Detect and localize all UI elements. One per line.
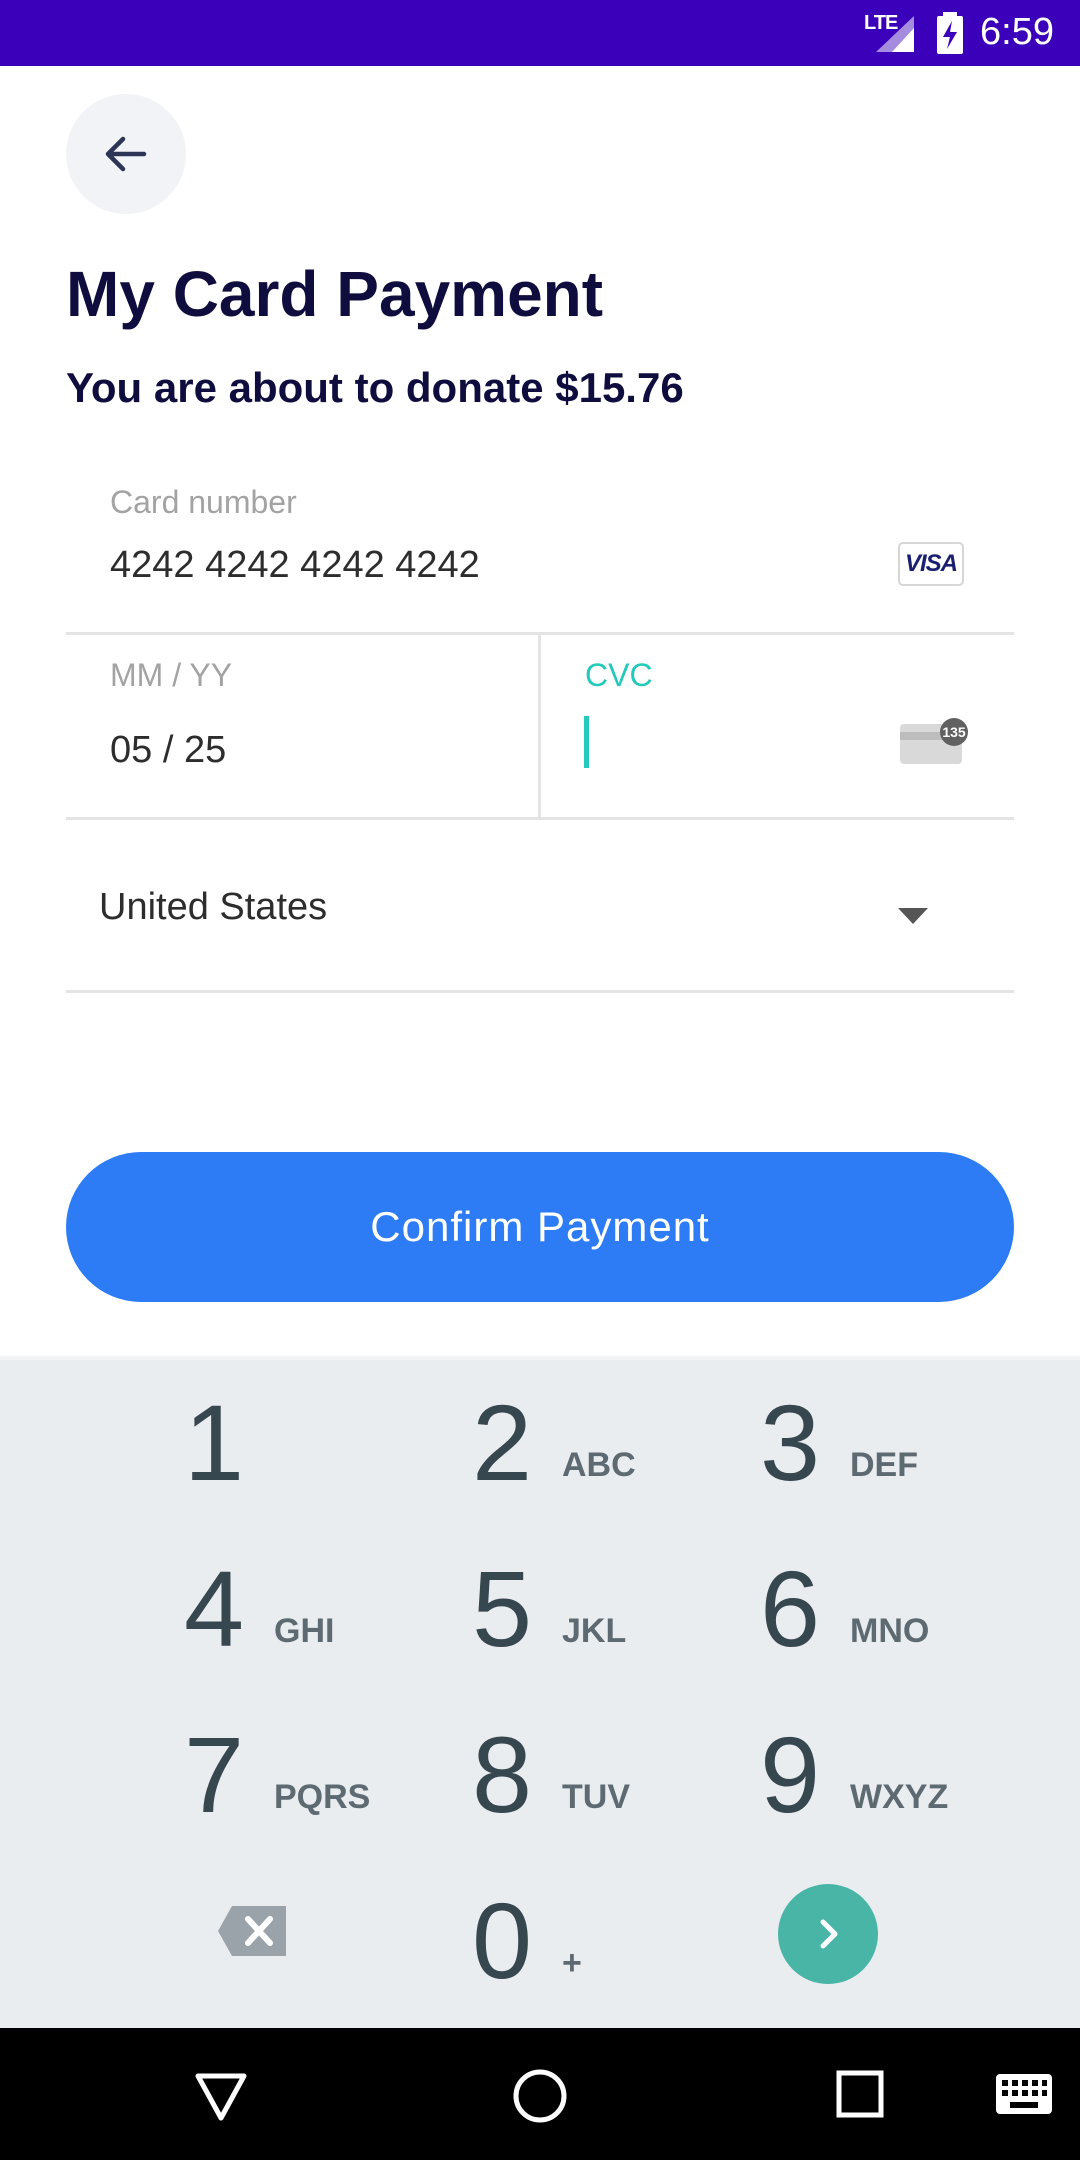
card-number-field[interactable]: Card number 4242 4242 4242 4242 VISA: [66, 460, 1014, 632]
key-digit: 9: [760, 1714, 821, 1835]
key-9[interactable]: 9 WXYZ: [716, 1704, 1004, 1864]
page-title: My Card Payment: [66, 258, 604, 330]
key-letters: TUV: [562, 1778, 630, 1816]
visa-card-icon: VISA: [898, 542, 964, 586]
key-digit: 8: [472, 1714, 533, 1835]
key-letters: MNO: [850, 1612, 930, 1650]
expiry-label: MM / YY: [110, 657, 233, 693]
key-7[interactable]: 7 PQRS: [140, 1704, 428, 1864]
arrow-left-icon: [105, 136, 147, 172]
square-recents-icon[interactable]: [836, 2070, 884, 2118]
key-digit: 5: [472, 1548, 533, 1669]
cvc-label: CVC: [585, 657, 653, 693]
key-digit: 6: [760, 1548, 821, 1669]
key-digit: 0: [472, 1880, 533, 2001]
key-digit: 4: [184, 1548, 245, 1669]
signal-icon: [876, 16, 914, 52]
key-letters: GHI: [274, 1612, 335, 1650]
key-letters: WXYZ: [850, 1778, 949, 1816]
dropdown-arrow-icon: [898, 908, 928, 924]
triangle-back-icon[interactable]: [194, 2072, 248, 2122]
clock: 6:59: [980, 11, 1054, 53]
card-form: Card number 4242 4242 4242 4242 VISA MM …: [66, 460, 1014, 820]
chevron-right-icon: [820, 1919, 838, 1949]
donation-amount-text: You are about to donate $15.76: [66, 364, 684, 411]
card-number-label: Card number: [110, 484, 297, 520]
divider: [66, 990, 1014, 993]
key-digit: 7: [184, 1714, 245, 1835]
key-letters: PQRS: [274, 1778, 371, 1816]
key-2[interactable]: 2 ABC: [428, 1372, 716, 1532]
text-cursor: [584, 716, 589, 768]
key-6[interactable]: 6 MNO: [716, 1538, 1004, 1698]
key-letters: JKL: [562, 1612, 627, 1650]
expiry-input[interactable]: 05 / 25: [110, 729, 226, 772]
key-digit: 3: [760, 1382, 821, 1503]
key-letters: +: [562, 1944, 582, 1982]
key-4[interactable]: 4 GHI: [140, 1538, 428, 1698]
system-nav-bar: [0, 2028, 1080, 2160]
battery-charging-icon: [937, 12, 963, 54]
status-bar: LTE 6:59: [0, 0, 1080, 66]
key-8[interactable]: 8 TUV: [428, 1704, 716, 1864]
key-letters: DEF: [850, 1446, 918, 1484]
key-5[interactable]: 5 JKL: [428, 1538, 716, 1698]
divider: [66, 817, 1014, 820]
cvc-icon-text: 135: [942, 724, 966, 740]
key-0[interactable]: 0 +: [428, 1870, 716, 2030]
key-3[interactable]: 3 DEF: [716, 1372, 1004, 1532]
country-selected: United States: [99, 886, 328, 928]
keyboard-icon[interactable]: [996, 2074, 1052, 2114]
key-1[interactable]: 1: [140, 1372, 428, 1532]
country-select[interactable]: United States: [66, 850, 1014, 994]
expiry-field[interactable]: MM / YY 05 / 25: [66, 635, 538, 817]
confirm-payment-button[interactable]: Confirm Payment: [66, 1152, 1014, 1302]
back-button[interactable]: [66, 94, 186, 214]
card-number-input[interactable]: 4242 4242 4242 4242: [110, 544, 480, 587]
key-digit: 2: [472, 1382, 533, 1503]
circle-home-icon[interactable]: [512, 2068, 568, 2124]
key-digit: 1: [184, 1382, 245, 1503]
next-key[interactable]: [778, 1884, 878, 1984]
cvc-card-icon: 135: [900, 718, 968, 764]
backspace-icon[interactable]: [218, 1906, 286, 1956]
key-letters: ABC: [562, 1446, 636, 1484]
